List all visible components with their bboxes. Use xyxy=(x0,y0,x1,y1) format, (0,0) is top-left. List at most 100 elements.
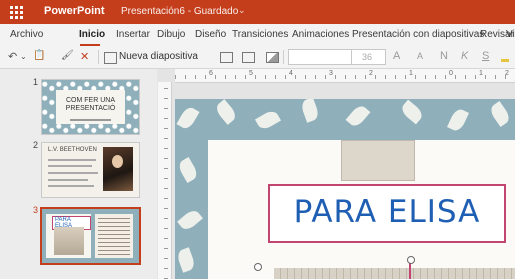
ruler-tick xyxy=(164,168,168,169)
font-size-input[interactable]: 36 xyxy=(351,49,386,65)
leaf-decoration xyxy=(447,107,469,133)
leaf-decoration xyxy=(254,108,282,132)
thumbnail-text-line xyxy=(48,159,96,161)
format-painter-icon[interactable]: 🖌 xyxy=(61,50,74,61)
thumbnail-text-line xyxy=(48,172,98,174)
thumbnail-text-block xyxy=(95,214,133,258)
ruler-tick xyxy=(265,75,266,79)
ruler-tick xyxy=(164,88,168,89)
slide-editor[interactable]: 6 5 4 3 2 1 0 1 2 PARA ELISA xyxy=(158,69,515,279)
undo-dropdown-icon[interactable]: ⌄ xyxy=(20,52,27,61)
tab-insertar[interactable]: Insertar xyxy=(116,29,150,40)
document-title[interactable]: Presentación6 - Guardado xyxy=(121,6,238,17)
highlight-icon[interactable] xyxy=(501,51,509,62)
ruler-tick xyxy=(164,98,168,99)
thumbnail-card: COM FER UNA PRESENTACIÓ xyxy=(56,90,125,124)
thumbnail-text-line xyxy=(48,165,92,167)
ruler-tick xyxy=(325,75,326,79)
ruler-tick xyxy=(305,75,306,79)
leaf-decoration xyxy=(487,100,513,128)
reuse-slides-icon[interactable] xyxy=(220,52,233,63)
ruler-tick xyxy=(475,75,476,79)
ruler-tick xyxy=(365,75,366,79)
ruler-tick xyxy=(164,258,168,259)
tab-presentacion[interactable]: Presentación con diapositivas xyxy=(352,29,484,40)
ruler-tick xyxy=(215,75,216,79)
toolbar-divider xyxy=(283,50,284,64)
ruler-tick xyxy=(164,198,168,199)
ribbon-tabs: Archivo Inicio Insertar Dibujo Diseño Tr… xyxy=(0,24,515,46)
slide-title[interactable]: PARA ELISA xyxy=(270,194,504,230)
delete-icon[interactable]: ✕ xyxy=(80,50,89,63)
ruler-tick xyxy=(445,75,446,79)
selection-line xyxy=(409,263,411,279)
title-bar: PowerPoint Presentación6 - Guardado ⌄ xyxy=(0,0,515,24)
ruler-tick xyxy=(465,75,466,79)
sheet-music-image xyxy=(54,227,84,255)
thumbnail-subtitle-line xyxy=(70,119,111,121)
thumbnail-card: PARA ELISA xyxy=(46,214,91,258)
underline-button[interactable]: S xyxy=(482,50,489,62)
slide-canvas[interactable]: PARA ELISA xyxy=(175,99,515,279)
bold-button[interactable]: N xyxy=(440,50,448,62)
toolbar-divider xyxy=(98,50,99,64)
ruler-number: 0 xyxy=(449,70,453,77)
vertical-ruler xyxy=(158,82,172,279)
slide-number: 3 xyxy=(33,205,39,215)
slide-title-box[interactable]: PARA ELISA xyxy=(268,184,506,243)
ruler-tick xyxy=(164,208,168,209)
tab-animaciones[interactable]: Animaciones xyxy=(292,29,349,40)
ruler-tick xyxy=(164,118,168,119)
slide-number: 1 xyxy=(33,77,39,87)
slide-thumbnail-3[interactable]: PARA ELISA xyxy=(40,207,141,265)
tab-diseno[interactable]: Diseño xyxy=(195,29,226,40)
ruler-tick xyxy=(195,75,196,79)
ruler-tick xyxy=(185,75,186,79)
undo-icon[interactable]: ↶ xyxy=(8,50,17,63)
ruler-tick xyxy=(205,75,206,79)
ruler-tick xyxy=(164,178,168,179)
ruler-tick xyxy=(164,108,168,109)
ruler-tick xyxy=(405,75,406,79)
new-slide-button[interactable]: Nueva diapositiva xyxy=(119,51,198,62)
reset-slide-icon[interactable] xyxy=(266,52,279,63)
grow-font-button[interactable]: A xyxy=(393,50,400,62)
tab-dibujo[interactable]: Dibujo xyxy=(157,29,185,40)
slide-thumbnail-2[interactable]: L.V. BEETHOVEN xyxy=(41,142,140,198)
app-name: PowerPoint xyxy=(44,5,105,17)
tab-transiciones[interactable]: Transiciones xyxy=(232,29,288,40)
ruler-number: 3 xyxy=(329,70,333,77)
ruler-tick xyxy=(164,228,168,229)
layout-icon[interactable] xyxy=(242,52,255,63)
leaf-decoration xyxy=(177,207,203,233)
resize-handle[interactable] xyxy=(254,263,262,271)
tab-inicio[interactable]: Inicio xyxy=(79,29,105,40)
ruler-tick xyxy=(415,75,416,79)
tab-archivo[interactable]: Archivo xyxy=(10,29,43,40)
ruler-tick xyxy=(255,75,256,79)
ruler-tick xyxy=(164,138,168,139)
thumbnail-title: L.V. BEETHOVEN xyxy=(48,147,97,153)
ruler-tick xyxy=(335,75,336,79)
new-slide-icon[interactable] xyxy=(104,52,117,64)
shrink-font-button[interactable]: A xyxy=(417,51,423,61)
font-size-value: 36 xyxy=(362,52,373,62)
leaf-decoration xyxy=(299,99,321,123)
ruler-tick xyxy=(164,218,168,219)
rotate-handle[interactable] xyxy=(407,256,415,264)
app-launcher-icon[interactable] xyxy=(10,6,23,19)
slide-thumbnail-1[interactable]: COM FER UNA PRESENTACIÓ xyxy=(41,79,140,135)
ruler-tick xyxy=(345,75,346,79)
ruler-number: 2 xyxy=(369,70,373,77)
slide-thumbnail-panel[interactable]: 1 COM FER UNA PRESENTACIÓ 2 L.V. BEETHOV… xyxy=(0,69,157,279)
slide-number: 2 xyxy=(33,140,39,150)
italic-button[interactable]: K xyxy=(461,50,468,62)
horizontal-ruler: 6 5 4 3 2 1 0 1 2 xyxy=(175,69,515,83)
sheet-music-image[interactable] xyxy=(274,268,515,279)
paste-icon[interactable]: 📋 xyxy=(33,50,45,61)
leaf-decoration xyxy=(175,247,197,273)
tab-vista[interactable]: Vis xyxy=(506,29,515,40)
font-name-input[interactable] xyxy=(288,49,352,65)
chevron-down-icon[interactable]: ⌄ xyxy=(238,5,246,16)
ruler-tick xyxy=(455,75,456,79)
